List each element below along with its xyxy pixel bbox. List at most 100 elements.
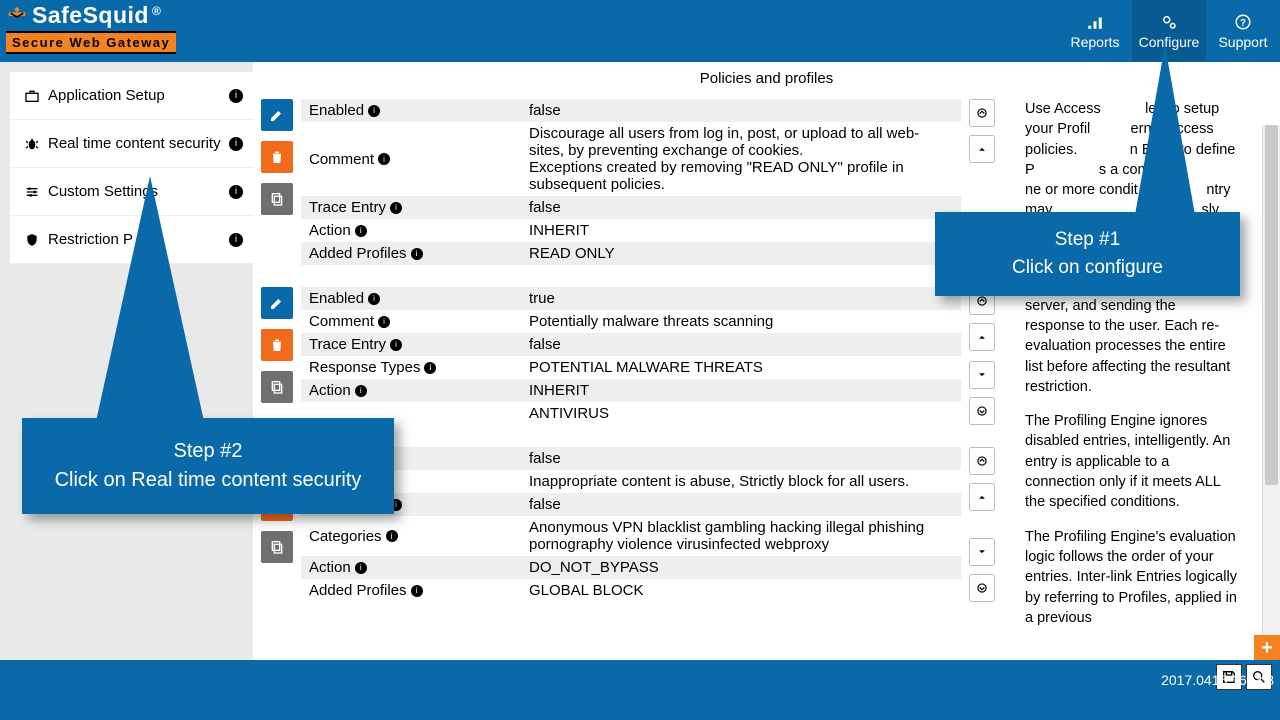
info-icon[interactable]: i: [368, 293, 380, 305]
app-header: SafeSquid ® Secure Web Gateway Reports C…: [0, 0, 1280, 62]
move-up-button[interactable]: [969, 323, 995, 351]
field-label: Trace Entry: [309, 336, 386, 353]
move-up-button[interactable]: [969, 135, 995, 163]
briefcase-icon: [24, 88, 40, 104]
bug-icon: [6, 5, 28, 27]
info-icon[interactable]: i: [378, 316, 390, 328]
field-label: Action: [309, 222, 351, 239]
page-title: Policies and profiles: [253, 62, 1280, 95]
brand-reg: ®: [152, 4, 161, 18]
callout-step1: Step #1 Click on configure: [935, 212, 1240, 296]
field-value: READ ONLY: [521, 242, 961, 265]
help-icon: ?: [1234, 13, 1252, 31]
field-value: ANTIVIRUS: [521, 402, 961, 425]
field-value: Inappropriate content is abuse, Strictly…: [521, 470, 961, 493]
field-label: Response Types: [309, 359, 420, 376]
info-icon[interactable]: i: [424, 362, 436, 374]
info-icon[interactable]: i: [390, 339, 402, 351]
content-area: Policies and profiles Enabled i false Comm…: [253, 62, 1280, 660]
field-value: false: [521, 196, 961, 219]
nav-reports[interactable]: Reports: [1058, 0, 1132, 62]
brand-name: SafeSquid: [32, 2, 149, 29]
field-label: Comment: [309, 313, 374, 330]
policy-list: Enabled i false Comment i Discourage all use…: [261, 95, 1011, 660]
info-icon[interactable]: i: [229, 185, 243, 199]
field-value: Discourage all users from log in, post, …: [521, 122, 961, 196]
info-icon[interactable]: i: [229, 89, 243, 103]
brand-tagline: Secure Web Gateway: [6, 31, 176, 54]
help-paragraph: The Profiling Engine ignores disabled en…: [1025, 411, 1238, 512]
delete-button[interactable]: [261, 141, 293, 173]
info-icon[interactable]: i: [355, 225, 367, 237]
scroll-thumb[interactable]: [1265, 125, 1278, 485]
info-icon[interactable]: i: [386, 530, 398, 542]
edit-button[interactable]: [261, 287, 293, 319]
add-policy-button[interactable]: +: [1254, 635, 1280, 660]
field-label: Action: [309, 559, 351, 576]
sidebar-item-label: Real time content security: [48, 135, 221, 152]
info-icon[interactable]: i: [229, 137, 243, 151]
field-value: INHERIT: [521, 379, 961, 402]
info-icon[interactable]: i: [355, 385, 367, 397]
sidebar-item-label: Application Setup: [48, 87, 165, 104]
nav-support[interactable]: ? Support: [1206, 0, 1280, 62]
field-value: false: [521, 99, 961, 122]
field-label: Categories: [309, 528, 382, 545]
field-value: false: [521, 493, 961, 516]
gears-icon: [1160, 13, 1178, 31]
move-bottom-button[interactable]: [969, 397, 995, 425]
chart-icon: [1086, 13, 1104, 31]
info-icon[interactable]: i: [229, 233, 243, 247]
field-label: Trace Entry: [309, 199, 386, 216]
field-value: true: [521, 287, 961, 310]
scrollbar[interactable]: ▾: [1262, 125, 1280, 660]
info-icon[interactable]: i: [368, 105, 380, 117]
nav-support-label: Support: [1218, 34, 1267, 50]
callout-arrow: [1135, 45, 1195, 215]
field-value: DO_NOT_BYPASS: [521, 556, 961, 579]
sidebar-item-realtime-security[interactable]: Real time content security i: [10, 120, 253, 168]
field-value: GLOBAL BLOCK: [521, 579, 961, 602]
footer: 2017.0415.1633.3: [0, 660, 1280, 720]
edit-button[interactable]: [261, 99, 293, 131]
move-top-button[interactable]: [969, 447, 995, 475]
move-bottom-button[interactable]: [969, 574, 995, 602]
move-down-button[interactable]: [969, 538, 995, 566]
callout-title: Step #2: [174, 440, 243, 463]
callout-step2: Step #2 Click on Real time content secur…: [22, 418, 394, 514]
policy-entry: Enabledifalse CommentiDiscourage all use…: [261, 99, 1011, 265]
field-value: POTENTIAL MALWARE THREATS: [521, 356, 961, 379]
copy-button[interactable]: [261, 371, 293, 403]
sliders-icon: [24, 184, 40, 200]
sidebar-item-application-setup[interactable]: Application Setup i: [10, 72, 253, 120]
field-label: Action: [309, 382, 351, 399]
move-up-button[interactable]: [969, 483, 995, 511]
info-icon[interactable]: i: [355, 562, 367, 574]
info-icon[interactable]: i: [411, 585, 423, 597]
delete-button[interactable]: [261, 329, 293, 361]
help-paragraph: Use Access les to setup your Profil erne…: [1025, 99, 1238, 221]
field-label: Added Profiles: [309, 582, 407, 599]
field-value: INHERIT: [521, 219, 961, 242]
move-down-button[interactable]: [969, 361, 995, 389]
field-label: Comment: [309, 151, 374, 168]
copy-button[interactable]: [261, 183, 293, 215]
callout-title: Step #1: [1055, 229, 1121, 251]
field-value: Potentially malware threats scanning: [521, 310, 961, 333]
version-label: 2017.0415.1633.3: [1161, 672, 1274, 688]
logo-block: SafeSquid ® Secure Web Gateway: [0, 0, 182, 54]
field-value: false: [521, 447, 961, 470]
field-label: Added Profiles: [309, 245, 407, 262]
policy-entry: Enabled i true Comment i Potentially malware…: [261, 287, 1011, 425]
help-paragraph: The Profiling Engine's evaluation logic …: [1025, 527, 1238, 628]
callout-body: Click on configure: [1012, 257, 1163, 279]
svg-text:?: ?: [1240, 17, 1246, 28]
info-icon[interactable]: i: [378, 153, 390, 165]
field-label: Enabled: [309, 290, 364, 307]
info-icon[interactable]: i: [390, 202, 402, 214]
move-top-button[interactable]: [969, 99, 995, 127]
info-icon[interactable]: i: [411, 248, 423, 260]
field-value: false: [521, 333, 961, 356]
callout-arrow: [95, 176, 205, 426]
copy-button[interactable]: [261, 531, 293, 563]
